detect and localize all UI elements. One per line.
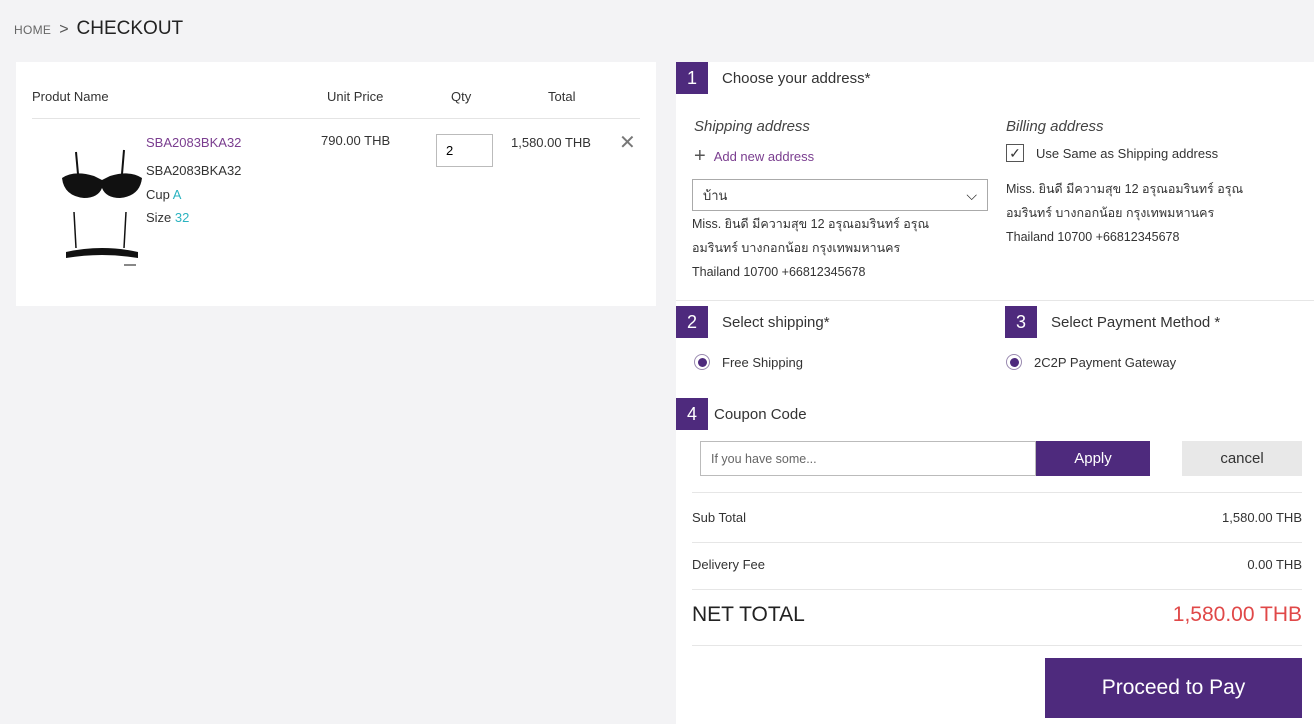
shipping-address-title: Shipping address [694, 118, 810, 135]
step-title: Choose your address* [722, 69, 871, 87]
plus-icon: + [694, 145, 706, 167]
step-shipping: 2 Select shipping* [676, 306, 830, 338]
summary-divider [692, 589, 1302, 590]
cancel-coupon-button[interactable]: cancel [1182, 441, 1302, 476]
subtotal-label: Sub Total [692, 510, 746, 525]
delivery-fee-label: Delivery Fee [692, 557, 765, 572]
shipping-address-line: Miss. ยินดี มีความสุข 12 อรุณอมรินทร์ อร… [692, 217, 930, 231]
use-same-address-checkbox[interactable]: ✓ Use Same as Shipping address [1006, 144, 1218, 162]
radio-selected-icon[interactable] [1006, 354, 1022, 370]
checkbox-checked-icon[interactable]: ✓ [1006, 144, 1024, 162]
quantity-input[interactable] [436, 134, 493, 167]
net-total-value: 1,580.00 THB [1172, 603, 1302, 626]
line-total: 1,580.00 THB [511, 135, 591, 150]
breadcrumb: HOME > CHECKOUT [14, 18, 183, 40]
coupon-code-input[interactable] [700, 441, 1036, 476]
size-value: 32 [174, 210, 190, 225]
header-product-name: Produt Name [32, 89, 109, 104]
step-number: 4 [676, 398, 708, 430]
product-image[interactable] [54, 144, 150, 274]
step-coupon: 4 Coupon Code [676, 398, 807, 430]
net-total-row: NET TOTAL 1,580.00 THB [692, 603, 1302, 627]
payment-option-2c2p[interactable]: 2C2P Payment Gateway [1006, 354, 1176, 370]
address-select-value: บ้าน [703, 187, 728, 203]
step-number: 1 [676, 62, 708, 94]
step-title: Coupon Code [714, 405, 807, 423]
apply-coupon-button[interactable]: Apply [1036, 441, 1150, 476]
add-new-address-button[interactable]: + Add new address [694, 146, 814, 166]
step-number: 3 [1005, 306, 1037, 338]
product-code: SBA2083BKA32 [146, 163, 242, 178]
billing-address-title: Billing address [1006, 118, 1104, 135]
billing-address-line: Thailand 10700 +66812345678 [1006, 230, 1180, 244]
subtotal-value: 1,580.00 THB [1222, 510, 1302, 525]
net-total-label: NET TOTAL [692, 603, 805, 626]
shipping-address-text: Miss. ยินดี มีความสุข 12 อรุณอมรินทร์ อร… [692, 212, 929, 284]
section-divider [676, 300, 1314, 301]
breadcrumb-home-link[interactable]: HOME [14, 23, 51, 37]
product-size: Size 32 [146, 210, 189, 225]
step-payment: 3 Select Payment Method * [1005, 306, 1220, 338]
billing-address-text: Miss. ยินดี มีความสุข 12 อรุณอมรินทร์ อร… [1006, 177, 1243, 249]
add-new-address-label: Add new address [713, 148, 815, 164]
cup-value: A [172, 187, 182, 202]
address-select[interactable]: บ้าน ⌵ [692, 179, 988, 211]
subtotal-row: Sub Total 1,580.00 THB [692, 510, 1302, 525]
summary-divider [692, 542, 1302, 543]
product-code-link[interactable]: SBA2083BKA32 [146, 135, 241, 150]
summary-divider [692, 492, 1302, 493]
billing-address-line: Miss. ยินดี มีความสุข 12 อรุณอมรินทร์ อร… [1006, 182, 1244, 196]
header-qty: Qty [451, 89, 472, 104]
step-title: Select Payment Method * [1051, 313, 1221, 331]
shipping-option-label: Free Shipping [722, 354, 803, 370]
delivery-fee-value: 0.00 THB [1247, 557, 1302, 572]
billing-address-line: อมรินทร์ บางกอกน้อย กรุงเทพมหานคร [1006, 206, 1215, 220]
shipping-address-line: Thailand 10700 +66812345678 [692, 265, 866, 279]
chevron-down-icon: ⌵ [966, 186, 977, 203]
cup-label: Cup [146, 187, 170, 202]
header-unit-price: Unit Price [327, 89, 384, 104]
summary-divider [692, 645, 1302, 646]
header-divider [32, 118, 640, 119]
proceed-to-pay-button[interactable]: Proceed to Pay [1045, 658, 1302, 718]
page-title: CHECKOUT [76, 18, 184, 39]
product-cup: Cup A [146, 187, 181, 202]
step-number: 2 [676, 306, 708, 338]
size-label: Size [146, 210, 172, 225]
cart-panel: Produt Name Unit Price Qty Total SBA2083… [16, 62, 656, 306]
breadcrumb-separator: > [59, 21, 69, 38]
shipping-address-line: อมรินทร์ บางกอกน้อย กรุงเทพมหานคร [692, 241, 901, 255]
step-address: 1 Choose your address* [676, 62, 870, 94]
use-same-address-label: Use Same as Shipping address [1036, 145, 1219, 161]
delivery-fee-row: Delivery Fee 0.00 THB [692, 557, 1302, 572]
payment-option-label: 2C2P Payment Gateway [1034, 354, 1177, 370]
remove-item-icon[interactable]: ✕ [619, 133, 636, 153]
header-total: Total [548, 89, 576, 104]
shipping-option-free[interactable]: Free Shipping [694, 354, 803, 370]
step-title: Select shipping* [722, 313, 830, 331]
radio-selected-icon[interactable] [694, 354, 710, 370]
unit-price: 790.00 THB [321, 133, 391, 148]
checkout-panel: 1 Choose your address* Shipping address … [676, 62, 1314, 724]
